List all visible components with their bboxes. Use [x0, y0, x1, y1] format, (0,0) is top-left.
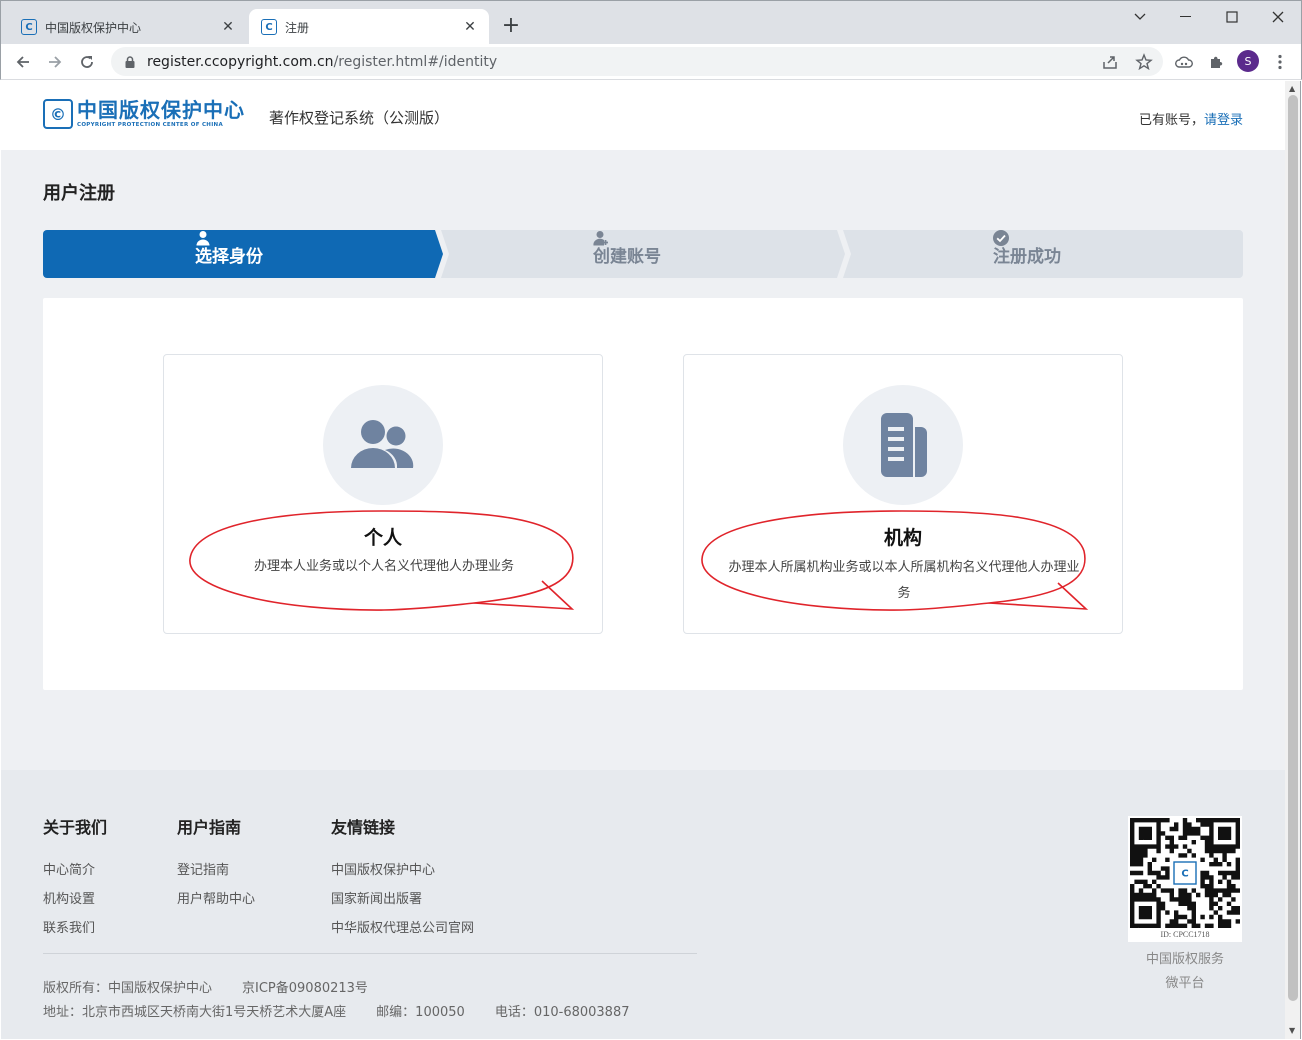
copyright-logo-icon: © — [43, 99, 73, 129]
step-register-success: 注册成功 — [993, 230, 1061, 278]
system-name: 著作权登记系统（公测版） — [269, 109, 450, 127]
svg-text:C: C — [1181, 869, 1188, 880]
qr-caption-line: 微平台 — [1165, 976, 1205, 991]
qr-caption-line: 中国版权服务 — [1145, 952, 1224, 967]
footer-link[interactable]: 国家新闻出版署 — [331, 885, 474, 914]
identity-panel: 个人 办理本人业务或以个人名义代理他人办理业务 机构 办理本人所属机构业务或以本… — [43, 298, 1243, 690]
extension-cloud-icon[interactable] — [1173, 51, 1195, 73]
footer-heading: 用户指南 — [177, 818, 242, 837]
footer-link[interactable]: 用户帮助中心 — [177, 885, 255, 914]
share-icon[interactable] — [1101, 53, 1119, 71]
step-select-identity: 选择身份 — [195, 230, 263, 278]
c-logo-icon: C — [21, 19, 37, 35]
footer-link[interactable]: 机构设置 — [43, 885, 107, 914]
copyright-text: 版权所有：中国版权保护中心 — [43, 981, 213, 996]
qr-code-image: C — [1130, 818, 1240, 928]
footer-column-links: 友情链接 中国版权保护中心 国家新闻出版署 中华版权代理总公司官网 — [331, 814, 474, 943]
page-viewport: © 中国版权保护中心 COPYRIGHT PROTECTION CENTER O… — [1, 81, 1285, 1039]
logo-name-cn: 中国版权保护中心 — [77, 98, 245, 122]
minimize-button[interactable] — [1163, 7, 1209, 27]
browser-tab-active[interactable]: C 注册 ✕ — [249, 9, 489, 45]
footer-link[interactable]: 联系我们 — [43, 914, 107, 943]
site-footer: 关于我们 中心简介 机构设置 联系我们 用户指南 登记指南 用户帮助中心 友情链… — [1, 770, 1285, 1039]
address-text: 地址：北京市西城区天桥南大街1号天桥艺术大厦A座 — [43, 1005, 347, 1020]
step-create-account: 创建账号 — [593, 230, 661, 278]
check-circle-icon — [993, 230, 1009, 246]
users-icon — [323, 385, 443, 505]
card-description: 办理本人业务或以个人名义代理他人办理业务 — [253, 559, 514, 574]
footer-link[interactable]: 登记指南 — [177, 856, 255, 885]
wechat-qr-code: C ID: CPCC1718 — [1128, 816, 1242, 942]
footer-column-about: 关于我们 中心简介 机构设置 联系我们 — [43, 814, 107, 943]
identity-card-individual[interactable]: 个人 办理本人业务或以个人名义代理他人办理业务 — [163, 354, 603, 634]
kebab-menu-icon[interactable] — [1269, 51, 1291, 73]
card-description: 办理本人所属机构业务或以本人所属机构名义代理他人办理业务 — [728, 560, 1080, 601]
tab-title: 中国版权保护中心 — [45, 20, 142, 35]
close-icon[interactable]: ✕ — [219, 18, 237, 36]
profile-avatar[interactable]: S — [1237, 50, 1259, 72]
scroll-up-arrow-icon[interactable]: ▲ — [1289, 84, 1295, 93]
site-header: © 中国版权保护中心 COPYRIGHT PROTECTION CENTER O… — [1, 81, 1285, 150]
footer-link[interactable]: 中国版权保护中心 — [331, 856, 474, 885]
url-host: register.ccopyright.com.cn — [147, 53, 334, 70]
reload-button[interactable] — [75, 50, 99, 74]
footer-copyright-line: 版权所有：中国版权保护中心 京ICP备09080213号 — [43, 977, 398, 996]
card-title: 个人 — [363, 527, 402, 549]
footer-divider — [43, 953, 697, 954]
phone-text: 电话：010-68003887 — [494, 1005, 630, 1020]
page-scrollbar[interactable]: ▲ ▼ — [1285, 81, 1301, 1039]
new-tab-button[interactable]: + — [499, 15, 523, 39]
footer-link[interactable]: 中华版权代理总公司官网 — [331, 914, 474, 943]
icp-number[interactable]: 京ICP备09080213号 — [242, 981, 368, 996]
building-icon — [843, 385, 963, 505]
address-bar[interactable]: register.ccopyright.com.cn/register.html… — [111, 47, 1163, 76]
login-prompt: 已有账号， — [1138, 113, 1204, 128]
user-add-icon — [593, 231, 608, 246]
c-logo-icon: C — [261, 19, 277, 35]
tab-search-icon[interactable] — [1117, 7, 1163, 27]
login-area: 已有账号，请登录 — [1139, 109, 1243, 128]
logo-name-en: COPYRIGHT PROTECTION CENTER OF CHINA — [77, 122, 224, 128]
extensions-puzzle-icon[interactable] — [1205, 51, 1227, 73]
page-title: 用户注册 — [43, 183, 115, 204]
lock-icon — [125, 55, 135, 68]
maximize-button[interactable] — [1209, 7, 1255, 27]
site-logo[interactable]: © 中国版权保护中心 COPYRIGHT PROTECTION CENTER O… — [43, 99, 245, 129]
card-title: 机构 — [883, 527, 922, 549]
footer-heading: 关于我们 — [43, 818, 108, 837]
footer-link[interactable]: 中心简介 — [43, 856, 107, 885]
qr-id-label: ID: CPCC1718 — [1160, 930, 1210, 939]
qr-caption: 中国版权服务 微平台 — [1129, 948, 1241, 996]
tab-title: 注册 — [285, 20, 310, 35]
browser-toolbar: register.ccopyright.com.cn/register.html… — [0, 44, 1302, 80]
bookmark-star-icon[interactable] — [1135, 53, 1153, 71]
footer-column-guide: 用户指南 登记指南 用户帮助中心 — [177, 814, 255, 914]
browser-tabstrip: C 中国版权保护中心 ✕ C 注册 ✕ + — [0, 0, 1302, 45]
postcode-text: 邮编：100050 — [376, 1005, 465, 1020]
identity-card-organization[interactable]: 机构 办理本人所属机构业务或以本人所属机构名义代理他人办理业务 — [683, 354, 1123, 634]
window-close-button[interactable] — [1255, 7, 1301, 27]
url-path: /register.html#/identity — [333, 53, 498, 70]
login-link[interactable]: 请登录 — [1204, 113, 1243, 128]
scrollbar-thumb[interactable] — [1288, 95, 1298, 1001]
registration-steps: 选择身份 创建账号 注册成功 — [43, 230, 1243, 278]
browser-tab[interactable]: C 中国版权保护中心 ✕ — [9, 9, 247, 45]
forward-button[interactable] — [43, 50, 67, 74]
scroll-down-arrow-icon[interactable]: ▼ — [1289, 1026, 1295, 1035]
footer-heading: 友情链接 — [331, 818, 396, 837]
close-icon[interactable]: ✕ — [461, 18, 479, 36]
user-icon — [196, 231, 210, 246]
footer-contact-line: 地址：北京市西城区天桥南大街1号天桥艺术大厦A座 邮编：100050 电话：010-… — [43, 1001, 660, 1020]
back-button[interactable] — [11, 50, 35, 74]
